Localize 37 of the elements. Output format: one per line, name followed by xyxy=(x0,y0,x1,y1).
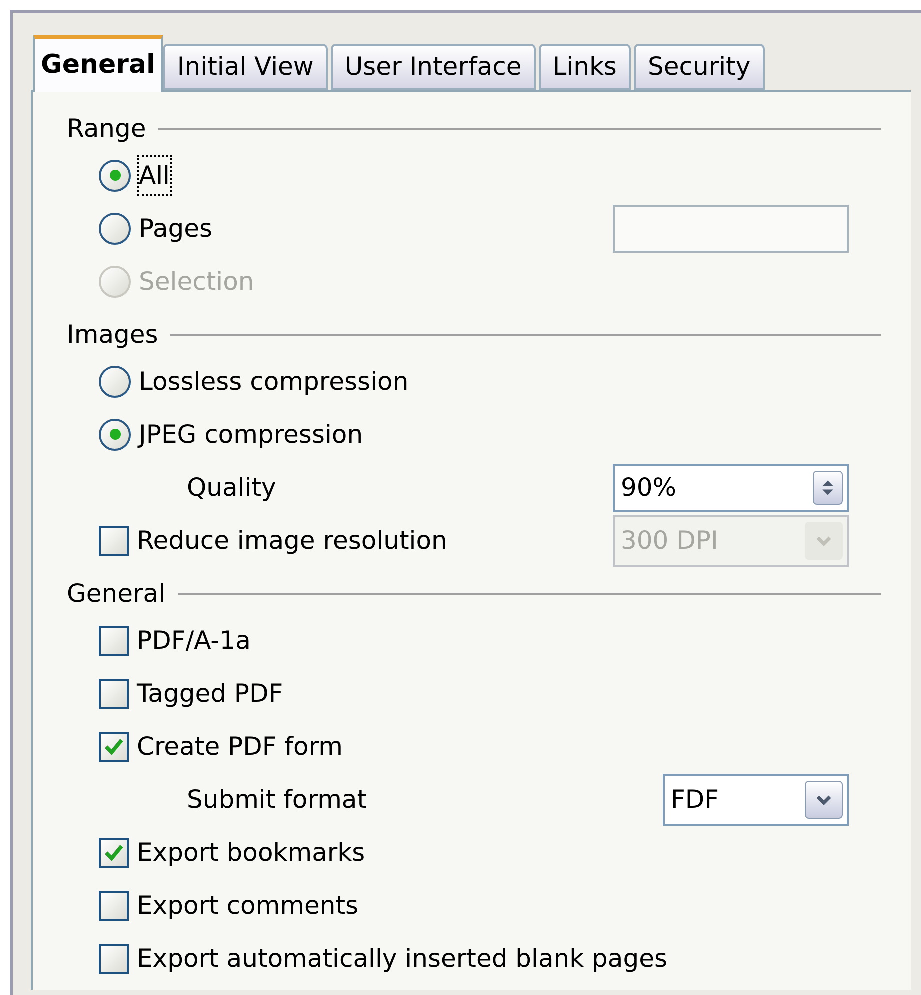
group-title: Images xyxy=(67,319,158,352)
checkbox-label[interactable]: Export comments xyxy=(137,886,359,924)
checkbox-label[interactable]: Export bookmarks xyxy=(137,834,366,872)
checkbox-label[interactable]: Export automatically inserted blank pages xyxy=(137,940,668,978)
tab[interactable]: Security xyxy=(634,44,765,90)
radio-button[interactable] xyxy=(99,366,131,398)
radio-button[interactable] xyxy=(99,160,131,192)
chevron-down-icon[interactable] xyxy=(805,780,843,818)
checkbox-label[interactable]: Tagged PDF xyxy=(137,674,284,712)
radio-button[interactable] xyxy=(99,418,131,450)
checkbox[interactable] xyxy=(99,732,129,762)
spin-arrows-icon[interactable] xyxy=(813,470,843,504)
group-title: Range xyxy=(67,113,146,146)
checkbox[interactable] xyxy=(99,678,129,708)
tab[interactable]: User Interface xyxy=(330,44,536,90)
group-title: General xyxy=(67,578,166,610)
checkbox[interactable] xyxy=(99,944,129,974)
radio-label[interactable]: Lossless compression xyxy=(139,362,409,400)
checkbox-label[interactable]: PDF/A-1a xyxy=(137,622,251,660)
tab[interactable]: Links xyxy=(538,44,631,90)
tab[interactable]: Initial View xyxy=(163,44,328,90)
checkbox-label[interactable]: Create PDF form xyxy=(137,728,343,766)
radio-label[interactable]: All xyxy=(139,156,170,194)
tab[interactable]: General xyxy=(33,35,164,92)
checkbox[interactable] xyxy=(99,838,129,868)
field-label: Submit format xyxy=(187,784,368,816)
field-label: Quality xyxy=(187,472,276,504)
radio-label[interactable]: Pages xyxy=(139,210,213,248)
radio-button[interactable] xyxy=(99,212,131,244)
checkbox[interactable] xyxy=(99,526,129,556)
radio-label[interactable]: JPEG compression xyxy=(139,416,364,454)
text-field[interactable] xyxy=(613,204,849,252)
spin-field[interactable]: 90% xyxy=(613,464,849,512)
checkbox[interactable] xyxy=(99,890,129,920)
checkbox-label[interactable]: Reduce image resolution xyxy=(137,522,448,560)
dropdown[interactable]: FDF xyxy=(663,774,849,826)
checkbox[interactable] xyxy=(99,626,129,656)
